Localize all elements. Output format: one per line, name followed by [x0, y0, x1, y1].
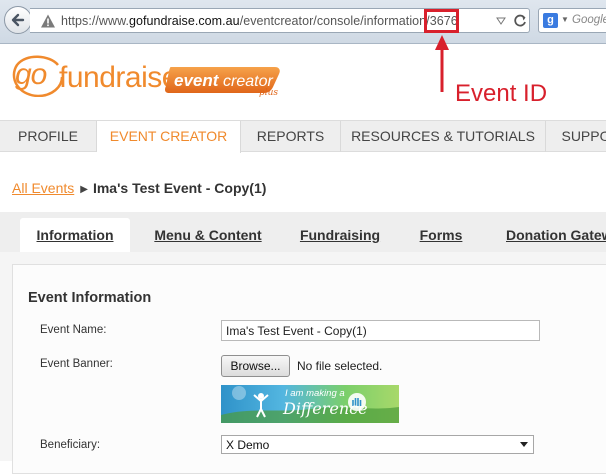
tab-donation-gateway[interactable]: Donation Gatew [494, 218, 606, 252]
reload-icon[interactable] [512, 13, 528, 29]
breadcrumb-separator-icon: ▶ [80, 184, 88, 195]
tab-forms[interactable]: Forms [408, 218, 474, 252]
annotation-arrow-icon [435, 35, 449, 92]
nav-profile[interactable]: PROFILE [0, 121, 97, 152]
nav-event-creator[interactable]: EVENT CREATOR [97, 121, 241, 153]
site-warning-icon [41, 14, 55, 28]
history-dropdown-icon[interactable] [496, 16, 506, 26]
event-banner-label: Event Banner: [40, 358, 113, 370]
event-name-input[interactable] [221, 320, 540, 341]
tab-menu-content[interactable]: Menu & Content [142, 218, 274, 252]
tab-fundraising[interactable]: Fundraising [290, 218, 390, 252]
nav-reports[interactable]: REPORTS [241, 121, 341, 152]
beneficiary-select[interactable]: X Demo [221, 435, 534, 454]
breadcrumb: All Events ▶ Ima's Test Event - Copy(1) [12, 180, 266, 196]
no-file-selected-text: No file selected. [297, 359, 383, 373]
logo-go-text: go [15, 58, 47, 91]
event-creator-plus-logo: event creator plus [165, 67, 280, 97]
breadcrumb-current-event: Ima's Test Event - Copy(1) [92, 180, 267, 196]
section-title: Event Information [28, 290, 152, 306]
nav-resources-tutorials[interactable]: RESOURCES & TUTORIALS [341, 121, 546, 152]
event-id-annotation: Event ID [455, 80, 548, 107]
back-button[interactable] [4, 6, 32, 34]
beneficiary-selected-value: X Demo [226, 438, 270, 452]
search-bar[interactable]: g ▼ Google [538, 8, 606, 33]
event-id-highlight-box [424, 9, 459, 33]
search-placeholder: Google [572, 14, 606, 26]
url-path: /eventcreator/console/information/ [239, 14, 430, 28]
dropdown-arrow-icon [520, 442, 528, 447]
tab-information[interactable]: Information [20, 218, 130, 252]
event-tabs: Information Menu & Content Fundraising F… [0, 212, 606, 252]
search-engine-dropdown-icon[interactable]: ▼ [561, 15, 569, 24]
browse-button[interactable]: Browse... [221, 355, 290, 377]
logo-fundraise-text: fundraise [59, 61, 178, 94]
badge-event-text: event [174, 71, 220, 90]
beneficiary-label: Beneficiary: [40, 439, 101, 451]
browser-toolbar: https://www.gofundraise.com.au/eventcrea… [0, 0, 606, 44]
url-prefix: https://www. [61, 14, 129, 28]
google-icon: g [543, 13, 558, 28]
badge-plus-text: plus [259, 88, 278, 97]
event-banner-image: I am making a Difference [221, 385, 399, 423]
url-domain: gofundraise.com.au [128, 14, 240, 28]
breadcrumb-all-events-link[interactable]: All Events [12, 180, 74, 196]
main-navigation: PROFILE EVENT CREATOR REPORTS RESOURCES … [0, 120, 606, 153]
banner-line1-text: I am making a [285, 388, 345, 399]
banner-line2-text: Difference [283, 399, 368, 418]
url-text: https://www.gofundraise.com.au/eventcrea… [61, 14, 458, 28]
event-name-label: Event Name: [40, 324, 107, 336]
back-arrow-icon [11, 13, 25, 27]
nav-support[interactable]: SUPPO [546, 121, 606, 152]
